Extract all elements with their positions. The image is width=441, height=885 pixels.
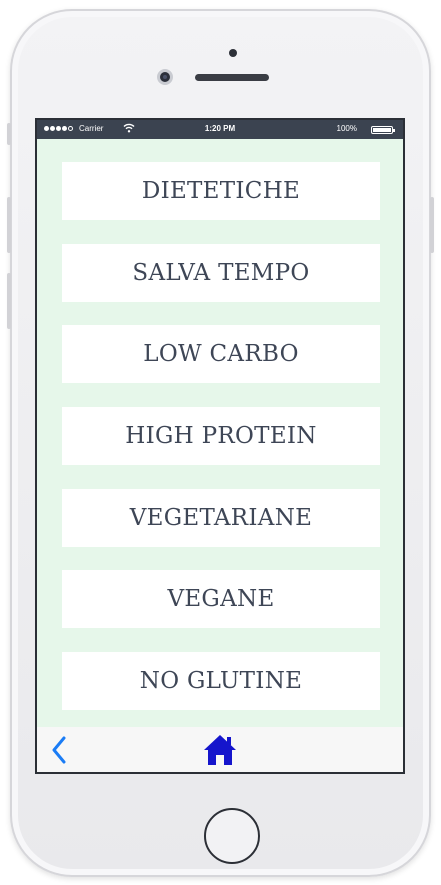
app-screen: Carrier 1:20 PM 100% DIETETICHE SALVA TE…: [35, 118, 405, 774]
battery-icon: [371, 126, 395, 134]
front-camera: [157, 69, 173, 85]
menu-item-vegane[interactable]: VEGANE: [62, 570, 380, 628]
battery-percentage: 100%: [336, 124, 357, 133]
menu-item-salva-tempo[interactable]: SALVA TEMPO: [62, 244, 380, 302]
menu-item-low-carbo[interactable]: LOW CARBO: [62, 325, 380, 383]
menu-item-high-protein[interactable]: HIGH PROTEIN: [62, 407, 380, 465]
earpiece-speaker: [195, 74, 269, 81]
silent-switch: [7, 123, 11, 145]
hardware-home-button[interactable]: [204, 808, 260, 864]
volume-up-button: [7, 197, 11, 253]
chevron-left-icon[interactable]: [49, 735, 69, 765]
proximity-sensor: [229, 49, 237, 57]
menu-item-vegetariane[interactable]: VEGETARIANE: [62, 489, 380, 547]
menu-item-no-glutine[interactable]: NO GLUTINE: [62, 652, 380, 710]
home-icon[interactable]: [203, 733, 237, 767]
power-button: [430, 197, 434, 253]
status-bar: Carrier 1:20 PM 100%: [37, 120, 403, 139]
volume-down-button: [7, 273, 11, 329]
menu-item-dietetiche[interactable]: DIETETICHE: [62, 162, 380, 220]
bottom-navigation-bar: [37, 727, 403, 772]
